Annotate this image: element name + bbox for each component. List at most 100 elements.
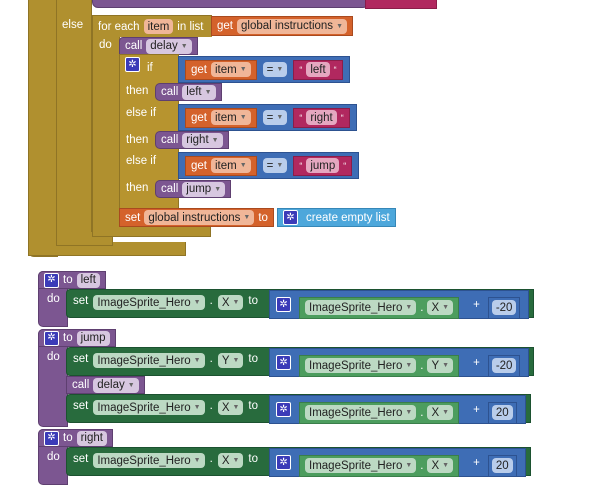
- number-block[interactable]: -20: [487, 296, 521, 319]
- component-dropdown[interactable]: ImageSprite_Hero ▼: [305, 358, 417, 373]
- variable-dropdown[interactable]: item ▼: [211, 110, 251, 125]
- property-dropdown-value: X: [221, 296, 230, 309]
- component-dropdown[interactable]: ImageSprite_Hero ▼: [305, 405, 417, 420]
- get-label: get: [191, 111, 207, 124]
- property-dropdown[interactable]: X ▼: [427, 405, 454, 420]
- get-sprite-property-block[interactable]: ImageSprite_Hero ▼. Y ▼: [299, 354, 460, 377]
- get-item-block[interactable]: get item ▼: [185, 107, 257, 128]
- component-dropdown[interactable]: ImageSprite_Hero ▼: [93, 353, 205, 368]
- procedure-dropdown[interactable]: jump ▼: [182, 181, 226, 197]
- get-sprite-property-block[interactable]: ImageSprite_Hero ▼. X ▼: [299, 454, 460, 477]
- number-value[interactable]: 20: [491, 458, 513, 473]
- procedure-header[interactable]: ✲ to jump: [38, 329, 116, 347]
- mutator-gear-icon[interactable]: ✲: [283, 210, 298, 225]
- call-left-block[interactable]: call left ▼: [155, 83, 222, 101]
- partial-text-block[interactable]: [365, 0, 437, 9]
- property-dropdown[interactable]: X ▼: [217, 295, 244, 310]
- text-block[interactable]: “ right “: [293, 107, 350, 128]
- for-each-header[interactable]: for each item in list: [92, 15, 212, 37]
- property-dropdown[interactable]: Y ▼: [427, 358, 454, 373]
- plus-operator: +: [473, 298, 480, 311]
- mutator-gear-icon[interactable]: ✲: [276, 355, 292, 370]
- call-delay-block[interactable]: call delay ▼: [119, 37, 198, 55]
- compare-block[interactable]: get item ▼ = ▼ “right “: [178, 104, 357, 131]
- addition-block[interactable]: ✲ ImageSprite_Hero ▼. X ▼ + -20: [269, 290, 530, 319]
- mutator-gear-icon[interactable]: ✲: [276, 402, 292, 417]
- if-else-block[interactable]: [56, 0, 92, 246]
- partial-procedure-block[interactable]: [92, 0, 369, 8]
- property-dropdown[interactable]: X ▼: [427, 300, 454, 315]
- component-dropdown[interactable]: ImageSprite_Hero ▼: [93, 295, 205, 310]
- mutator-gear-icon[interactable]: ✲: [44, 330, 59, 346]
- variable-dropdown[interactable]: item ▼: [211, 62, 251, 77]
- if-mutator[interactable]: ✲: [125, 57, 140, 72]
- variable-dropdown[interactable]: global instructions ▼: [237, 18, 347, 34]
- call-delay-block[interactable]: call delay ▼: [66, 376, 145, 394]
- number-block[interactable]: 20: [487, 454, 517, 477]
- number-block[interactable]: -20: [487, 354, 521, 377]
- loop-variable-field[interactable]: item: [143, 19, 174, 34]
- procedure-dropdown[interactable]: delay ▼: [93, 377, 139, 393]
- property-dropdown[interactable]: X ▼: [427, 458, 454, 473]
- number-value[interactable]: -20: [491, 358, 517, 373]
- compare-block[interactable]: get item ▼ = ▼ “left “: [178, 56, 350, 83]
- compare-block[interactable]: get item ▼ = ▼ “jump “: [178, 152, 360, 179]
- procedure-name-field[interactable]: right: [76, 430, 107, 446]
- property-dropdown[interactable]: X ▼: [217, 453, 244, 468]
- mutator-gear-icon[interactable]: ✲: [276, 297, 292, 312]
- number-block[interactable]: 20: [487, 401, 517, 424]
- set-sprite-property-block[interactable]: set ImageSprite_Hero ▼. X ▼ to ✲ ImageSprite_He…: [66, 447, 531, 477]
- text-value[interactable]: left: [306, 62, 330, 77]
- procedure-name-field[interactable]: jump: [76, 330, 110, 346]
- property-dropdown[interactable]: X ▼: [217, 400, 244, 415]
- procedure-header[interactable]: ✲ to right: [38, 429, 113, 447]
- procedure-header[interactable]: ✲ to left: [38, 271, 106, 289]
- mutator-gear-icon[interactable]: ✲: [276, 455, 292, 470]
- get-sprite-property-block[interactable]: ImageSprite_Hero ▼. X ▼: [299, 401, 460, 424]
- dot-separator: .: [209, 400, 213, 412]
- create-empty-list-block[interactable]: ✲ create empty list: [277, 208, 396, 227]
- addition-block[interactable]: ✲ ImageSprite_Hero ▼. X ▼ +20: [269, 448, 526, 477]
- call-jump-block[interactable]: call jump ▼: [155, 180, 232, 198]
- procedure-dropdown[interactable]: right ▼: [182, 132, 223, 148]
- component-dropdown[interactable]: ImageSprite_Hero ▼: [305, 300, 417, 315]
- variable-dropdown-value: global instructions: [148, 211, 241, 224]
- text-block[interactable]: “ left “: [293, 59, 343, 80]
- call-right-block[interactable]: call right ▼: [155, 131, 229, 149]
- set-sprite-property-block[interactable]: set ImageSprite_Hero ▼. Y ▼ to ✲ ImageSprite_He…: [66, 347, 535, 377]
- mutator-gear-icon[interactable]: ✲: [44, 272, 59, 288]
- property-dropdown[interactable]: Y ▼: [217, 353, 244, 368]
- component-dropdown[interactable]: ImageSprite_Hero ▼: [305, 458, 417, 473]
- text-value[interactable]: right: [306, 110, 337, 125]
- addition-block[interactable]: ✲ ImageSprite_Hero ▼. Y ▼ + -20: [269, 348, 530, 377]
- text-value[interactable]: jump: [306, 158, 340, 173]
- mutator-gear-icon[interactable]: ✲: [44, 430, 59, 446]
- text-block[interactable]: “ jump “: [293, 155, 353, 176]
- set-global-instructions-block[interactable]: set global instructions ▼ to: [119, 208, 274, 227]
- quote-icon: “: [333, 64, 337, 75]
- set-sprite-property-block[interactable]: set ImageSprite_Hero ▼. X ▼ to ✲ ImageSprite_He…: [66, 289, 535, 319]
- operator-dropdown[interactable]: = ▼: [262, 62, 288, 77]
- operator-dropdown[interactable]: = ▼: [262, 158, 288, 173]
- procedure-dropdown[interactable]: delay ▼: [146, 38, 192, 54]
- component-dropdown[interactable]: ImageSprite_Hero ▼: [93, 400, 205, 415]
- variable-dropdown[interactable]: item ▼: [211, 158, 251, 173]
- get-item-block[interactable]: get item ▼: [185, 59, 257, 80]
- number-value[interactable]: 20: [491, 405, 513, 420]
- get-global-instructions-block[interactable]: get global instructions ▼: [211, 16, 353, 36]
- mutator-gear-icon[interactable]: ✲: [125, 57, 140, 72]
- variable-dropdown[interactable]: global instructions ▼: [144, 210, 255, 225]
- set-sprite-property-block[interactable]: set ImageSprite_Hero ▼. X ▼ to ✲ ImageSprite_He…: [66, 394, 531, 424]
- variable-dropdown-value: item: [215, 63, 237, 76]
- outer-control-block[interactable]: [28, 0, 58, 257]
- dot-separator: .: [209, 453, 213, 465]
- dropdown-arrow-icon: ▼: [442, 304, 450, 311]
- component-dropdown[interactable]: ImageSprite_Hero ▼: [93, 453, 205, 468]
- procedure-dropdown[interactable]: left ▼: [182, 84, 216, 100]
- procedure-name-field[interactable]: left: [76, 272, 100, 288]
- operator-dropdown[interactable]: = ▼: [262, 110, 288, 125]
- get-item-block[interactable]: get item ▼: [185, 155, 257, 176]
- addition-block[interactable]: ✲ ImageSprite_Hero ▼. X ▼ +20: [269, 395, 526, 424]
- number-value[interactable]: -20: [491, 300, 517, 315]
- get-sprite-property-block[interactable]: ImageSprite_Hero ▼. X ▼: [299, 296, 460, 319]
